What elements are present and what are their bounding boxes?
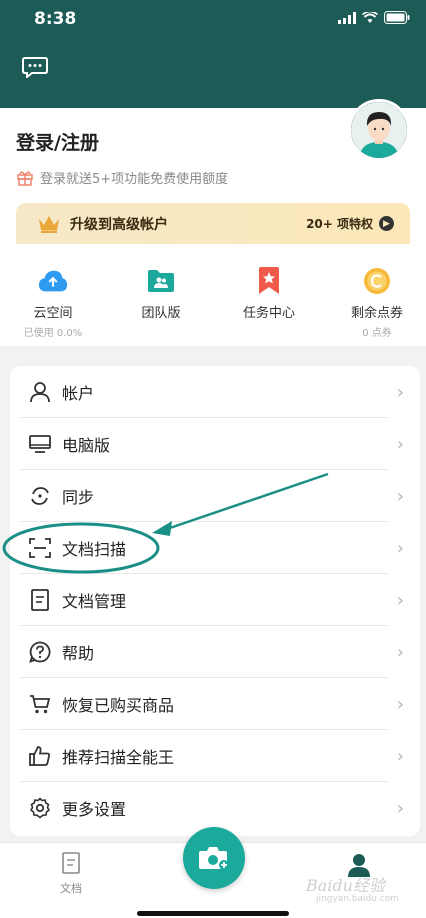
chevron-right-icon: › bbox=[396, 797, 404, 819]
help-icon bbox=[29, 641, 51, 663]
battery-icon bbox=[384, 11, 410, 24]
menu-item-help[interactable]: 帮助 › bbox=[10, 626, 420, 678]
chevron-right-icon: › bbox=[396, 745, 404, 767]
wifi-icon bbox=[362, 11, 378, 23]
menu-label: 帮助 bbox=[62, 644, 95, 663]
quick-sub: 已使用 0.0% bbox=[23, 328, 83, 339]
chevron-right-icon: › bbox=[396, 485, 404, 507]
document-icon bbox=[31, 589, 49, 611]
chevron-right-icon: › bbox=[396, 433, 404, 455]
menu-item-account[interactable]: 帐户 › bbox=[10, 366, 420, 418]
quick-cloud-space[interactable]: 云空间 已使用 0.0% bbox=[3, 266, 103, 339]
chevron-right-icon: › bbox=[396, 693, 404, 715]
quick-coupons[interactable]: 剩余点券 0 点券 bbox=[327, 266, 426, 339]
arrow-right-icon: ▶ bbox=[379, 216, 394, 231]
signal-icon bbox=[338, 11, 356, 24]
chevron-right-icon: › bbox=[396, 641, 404, 663]
person-icon bbox=[30, 382, 50, 403]
chevron-right-icon: › bbox=[396, 381, 404, 403]
promo-text: 登录就送5+项功能免费使用额度 bbox=[40, 172, 229, 187]
cart-icon bbox=[30, 695, 51, 714]
quick-team-edition[interactable]: 团队版 bbox=[111, 266, 211, 324]
menu-item-document-scan[interactable]: 文档扫描 › bbox=[10, 522, 420, 574]
menu-label: 推荐扫描全能王 bbox=[62, 748, 175, 767]
camera-button[interactable] bbox=[183, 827, 245, 889]
avatar-illustration bbox=[351, 102, 407, 158]
crown-icon bbox=[39, 215, 59, 233]
team-folder-icon bbox=[148, 270, 174, 292]
login-register-link[interactable]: 登录/注册 bbox=[16, 128, 99, 155]
privilege-count: 20+ 项特权 bbox=[306, 217, 373, 231]
menu-label: 更多设置 bbox=[62, 800, 127, 819]
menu-label: 帐户 bbox=[62, 384, 95, 403]
settings-menu: 帐户 › 电脑版 › 同步 › 文档扫描 › 文档管理 › 帮助 › 恢复已购买… bbox=[10, 366, 420, 836]
quick-label: 云空间 bbox=[33, 306, 73, 321]
thumbs-up-icon bbox=[29, 746, 50, 766]
bookmark-star-icon bbox=[259, 267, 279, 294]
home-indicator bbox=[137, 911, 289, 916]
privilege-badge[interactable]: 20+ 项特权 ▶ bbox=[306, 215, 394, 232]
upgrade-banner[interactable]: 升级到高级帐户 20+ 项特权 ▶ bbox=[16, 203, 410, 244]
gift-icon bbox=[17, 171, 33, 186]
promo-line: 登录就送5+项功能免费使用额度 bbox=[16, 168, 228, 187]
menu-item-desktop[interactable]: 电脑版 › bbox=[10, 418, 420, 470]
chevron-right-icon: › bbox=[396, 589, 404, 611]
quick-label: 剩余点券 bbox=[350, 306, 403, 321]
tab-documents-label: 文档 bbox=[60, 882, 82, 895]
status-icons bbox=[338, 11, 410, 24]
quick-access-row: 云空间 已使用 0.0% 团队版 任务中心 剩余点券 0 点券 bbox=[0, 244, 426, 346]
menu-item-restore-purchases[interactable]: 恢复已购买商品 › bbox=[10, 678, 420, 730]
quick-sub: 0 点券 bbox=[362, 328, 392, 339]
upgrade-title: 升级到高级帐户 bbox=[70, 216, 168, 233]
menu-label: 文档扫描 bbox=[62, 540, 127, 559]
avatar[interactable] bbox=[348, 99, 410, 161]
camera-plus-icon bbox=[199, 847, 229, 870]
menu-item-document-management[interactable]: 文档管理 › bbox=[10, 574, 420, 626]
status-time: 8:38 bbox=[34, 9, 77, 29]
watermark-url: jingyan.baidu.com bbox=[316, 894, 400, 904]
message-icon[interactable] bbox=[22, 56, 48, 78]
menu-item-sync[interactable]: 同步 › bbox=[10, 470, 420, 522]
chevron-right-icon: › bbox=[396, 537, 404, 559]
menu-label: 同步 bbox=[62, 488, 95, 507]
quick-label: 任务中心 bbox=[242, 306, 295, 321]
menu-label: 恢复已购买商品 bbox=[62, 696, 175, 715]
sync-icon bbox=[31, 487, 49, 505]
document-tab-icon bbox=[62, 852, 80, 874]
app-header: 8:38 bbox=[0, 0, 426, 108]
cloud-upload-icon bbox=[38, 270, 68, 292]
menu-label: 文档管理 bbox=[62, 592, 127, 611]
watermark: Baidu经验 bbox=[306, 876, 385, 895]
tab-documents[interactable]: 文档 bbox=[56, 852, 86, 896]
scan-icon bbox=[29, 538, 51, 558]
menu-item-recommend[interactable]: 推荐扫描全能王 › bbox=[10, 730, 420, 782]
settings-icon bbox=[29, 797, 51, 819]
coin-icon bbox=[364, 268, 390, 294]
quick-task-center[interactable]: 任务中心 bbox=[219, 266, 319, 324]
quick-label: 团队版 bbox=[141, 306, 181, 321]
menu-label: 电脑版 bbox=[62, 436, 111, 455]
desktop-icon bbox=[29, 435, 51, 453]
